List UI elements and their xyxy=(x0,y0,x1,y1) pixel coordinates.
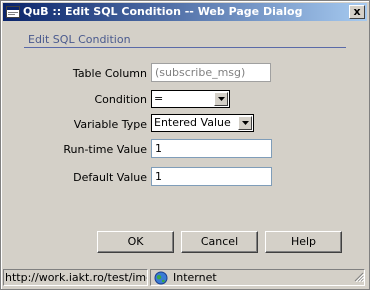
table-column-field: (subscribe_msg) xyxy=(151,63,271,82)
chevron-down-icon[interactable] xyxy=(238,116,252,130)
globe-icon xyxy=(154,271,168,288)
runtime-value-label: Run-time Value xyxy=(63,143,147,156)
variable-type-label: Variable Type xyxy=(73,118,147,131)
variable-type-selected-value: Entered Value xyxy=(154,116,231,129)
status-url: http://work.iakt.ro/test/imc/d xyxy=(3,269,148,286)
condition-label: Condition xyxy=(94,93,148,106)
section-title: Edit SQL Condition xyxy=(28,33,131,46)
condition-selected-value: = xyxy=(154,92,164,105)
dialog-app-icon xyxy=(6,5,20,19)
dialog-window: QuB :: Edit SQL Condition -- Web Page Di… xyxy=(0,0,370,290)
runtime-value-input[interactable]: 1 xyxy=(151,139,272,158)
title-bar[interactable]: QuB :: Edit SQL Condition -- Web Page Di… xyxy=(3,3,367,21)
section-divider xyxy=(24,47,346,48)
cancel-button[interactable]: Cancel xyxy=(181,231,258,253)
security-zone: Internet xyxy=(150,269,365,286)
ok-button[interactable]: OK xyxy=(97,231,174,253)
help-button[interactable]: Help xyxy=(265,231,342,253)
chevron-down-icon[interactable] xyxy=(214,92,228,106)
dialog-content: Edit SQL Condition Table Column (subscri… xyxy=(4,22,366,264)
table-column-label: Table Column xyxy=(72,67,147,80)
close-button[interactable]: x xyxy=(349,5,365,19)
resize-grip-icon[interactable] xyxy=(352,270,365,285)
condition-select[interactable]: = xyxy=(151,90,230,108)
default-value-label: Default Value xyxy=(73,171,147,184)
default-value-input[interactable]: 1 xyxy=(151,167,272,186)
window-title: QuB :: Edit SQL Condition -- Web Page Di… xyxy=(23,5,303,18)
status-bar: http://work.iakt.ro/test/imc/d Internet xyxy=(3,266,367,288)
zone-label: Internet xyxy=(173,271,217,284)
variable-type-select[interactable]: Entered Value xyxy=(151,114,254,132)
close-icon: x xyxy=(353,5,361,18)
